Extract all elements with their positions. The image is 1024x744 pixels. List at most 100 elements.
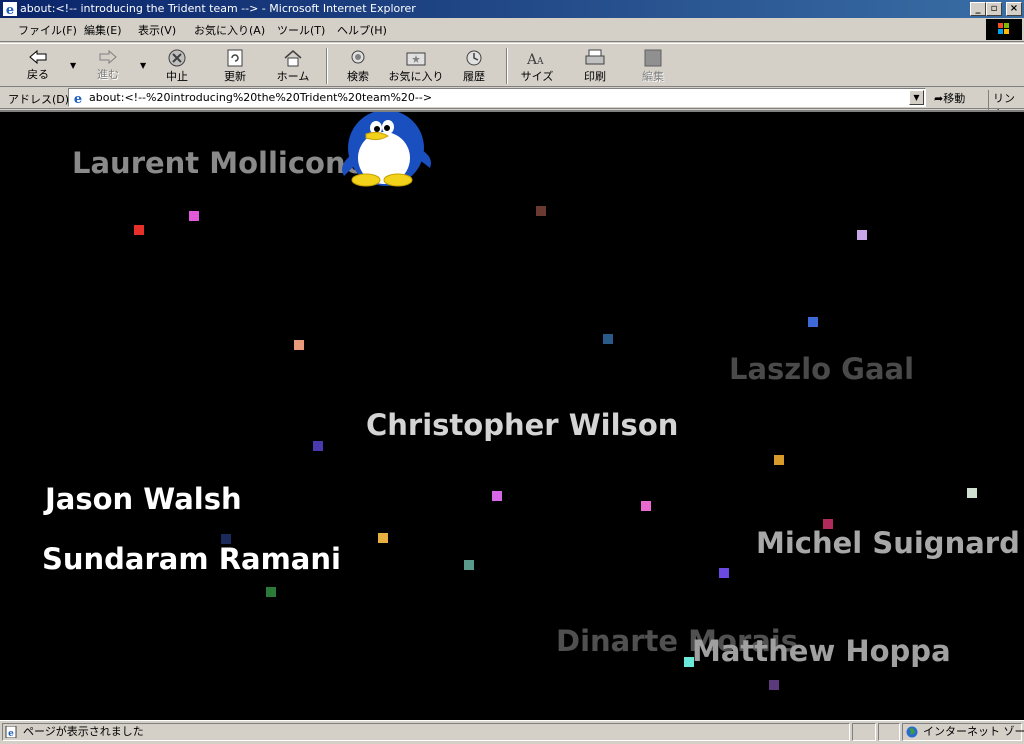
home-icon xyxy=(284,50,302,67)
confetti-square xyxy=(464,560,474,570)
menu-help[interactable]: ヘルプ(H) xyxy=(337,22,387,38)
stop-icon xyxy=(168,49,186,67)
printer-icon xyxy=(585,49,605,65)
close-button[interactable]: × xyxy=(1006,2,1022,16)
edit-button[interactable]: 編集 xyxy=(627,46,679,86)
credits-page: Laurent Mollicone Laszlo Gaal Christophe… xyxy=(0,112,1024,720)
confetti-square xyxy=(492,491,502,501)
favorites-button[interactable]: お気に入り xyxy=(386,46,446,86)
credit-name: Matthew Hoppa xyxy=(692,634,951,668)
refresh-icon xyxy=(227,49,243,67)
confetti-square xyxy=(769,680,779,690)
svg-text:e: e xyxy=(74,92,82,105)
svg-text:A: A xyxy=(536,57,544,67)
refresh-label: 更新 xyxy=(224,70,246,83)
menu-edit[interactable]: 編集(E) xyxy=(84,22,122,38)
home-label: ホーム xyxy=(276,70,310,83)
svg-text:e: e xyxy=(6,3,14,16)
status-text-panel: e ページが表示されました xyxy=(2,723,850,741)
svg-text:e: e xyxy=(8,729,14,738)
go-button[interactable]: ➦移動 xyxy=(934,90,965,106)
credit-name: Jason Walsh xyxy=(45,482,242,516)
home-button[interactable]: ホーム xyxy=(267,46,319,86)
confetti-square xyxy=(294,340,304,350)
back-button[interactable]: 戻る xyxy=(12,46,64,86)
confetti-square xyxy=(221,534,231,544)
search-label: 検索 xyxy=(347,70,369,83)
credit-name: Laszlo Gaal xyxy=(729,352,915,386)
favorites-label: お気に入り xyxy=(388,70,444,83)
window-title: about:<!-- introducing the Trident team … xyxy=(20,2,416,15)
refresh-button[interactable]: 更新 xyxy=(209,46,261,86)
search-icon xyxy=(351,50,365,64)
edit-label: 編集 xyxy=(642,70,664,83)
forward-dropdown-icon[interactable]: ▼ xyxy=(140,61,146,70)
search-button[interactable]: 検索 xyxy=(332,46,384,86)
confetti-square xyxy=(719,568,729,578)
menu-favorites[interactable]: お気に入り(A) xyxy=(194,22,265,38)
edit-icon xyxy=(644,49,662,67)
confetti-square xyxy=(641,501,651,511)
confetti-square xyxy=(603,334,613,344)
confetti-square xyxy=(967,488,977,498)
confetti-square xyxy=(134,225,144,235)
page-done-icon: e xyxy=(5,726,17,738)
globe-icon xyxy=(906,726,918,738)
back-dropdown-icon[interactable]: ▼ xyxy=(70,61,76,70)
page-ie-icon: e xyxy=(74,92,82,105)
credit-name: Sundaram Ramani xyxy=(42,542,341,576)
status-bar: e ページが表示されました インターネット ゾーン xyxy=(0,720,1024,744)
standard-toolbar: 戻る ▼ 進む ▼ 中止 更新 ホーム 検索 お気に入り 履歴 AA サイズ 印… xyxy=(0,43,1024,87)
confetti-square xyxy=(684,657,694,667)
security-zone-panel: インターネット ゾーン xyxy=(902,723,1024,741)
menu-file[interactable]: ファイル(F) xyxy=(18,22,77,38)
go-label: 移動 xyxy=(943,92,966,105)
status-message: ページが表示されました xyxy=(23,725,144,738)
address-bar: アドレス(D) e about:<!--%20introducing%20the… xyxy=(0,87,1024,122)
menu-bar: ファイル(F) 編集(E) 表示(V) お気に入り(A) ツール(T) ヘルプ(… xyxy=(0,18,1024,42)
title-bar: e about:<!-- introducing the Trident tea… xyxy=(0,0,1024,18)
print-button[interactable]: 印刷 xyxy=(569,46,621,86)
history-icon xyxy=(466,50,482,66)
history-label: 履歴 xyxy=(463,70,485,83)
confetti-square xyxy=(313,441,323,451)
forward-button[interactable]: 進む xyxy=(82,46,134,86)
print-label: 印刷 xyxy=(584,70,606,83)
toolbar-separator xyxy=(326,48,328,84)
confetti-square xyxy=(808,317,818,327)
menu-view[interactable]: 表示(V) xyxy=(138,22,176,38)
text-size-button[interactable]: AA サイズ xyxy=(511,46,563,86)
zone-label: インターネット ゾーン xyxy=(923,725,1024,738)
history-button[interactable]: 履歴 xyxy=(448,46,500,86)
confetti-square xyxy=(266,587,276,597)
address-dropdown-icon[interactable]: ▼ xyxy=(909,90,924,105)
confetti-square xyxy=(774,455,784,465)
confetti-square xyxy=(857,230,867,240)
maximize-button[interactable]: ▫ xyxy=(986,2,1002,16)
credit-name: Christopher Wilson xyxy=(366,408,679,442)
address-input[interactable]: e about:<!--%20introducing%20the%20Tride… xyxy=(68,88,926,107)
stop-label: 中止 xyxy=(166,70,188,83)
menu-tools[interactable]: ツール(T) xyxy=(277,22,325,38)
forward-label: 進む xyxy=(97,68,119,81)
confetti-square xyxy=(378,533,388,543)
address-label: アドレス(D) xyxy=(8,93,70,106)
confetti-square xyxy=(536,206,546,216)
address-url: about:<!--%20introducing%20the%20Trident… xyxy=(89,91,433,104)
confetti-square xyxy=(823,519,833,529)
penguin-icon xyxy=(342,112,431,187)
toolbar-separator xyxy=(506,48,508,84)
forward-arrow-icon xyxy=(99,49,117,65)
favorites-folder-icon xyxy=(406,52,426,66)
confetti-square xyxy=(189,211,199,221)
go-arrow-icon: ➦ xyxy=(934,92,944,105)
credit-name: Laurent Mollicone xyxy=(72,146,366,180)
ie-logo-icon: e xyxy=(3,2,17,16)
back-arrow-icon xyxy=(29,49,47,65)
back-label: 戻る xyxy=(27,68,49,81)
status-cell xyxy=(852,723,876,741)
stop-button[interactable]: 中止 xyxy=(151,46,203,86)
font-size-icon: AA xyxy=(526,52,544,67)
status-cell xyxy=(878,723,900,741)
minimize-button[interactable]: _ xyxy=(970,2,986,16)
